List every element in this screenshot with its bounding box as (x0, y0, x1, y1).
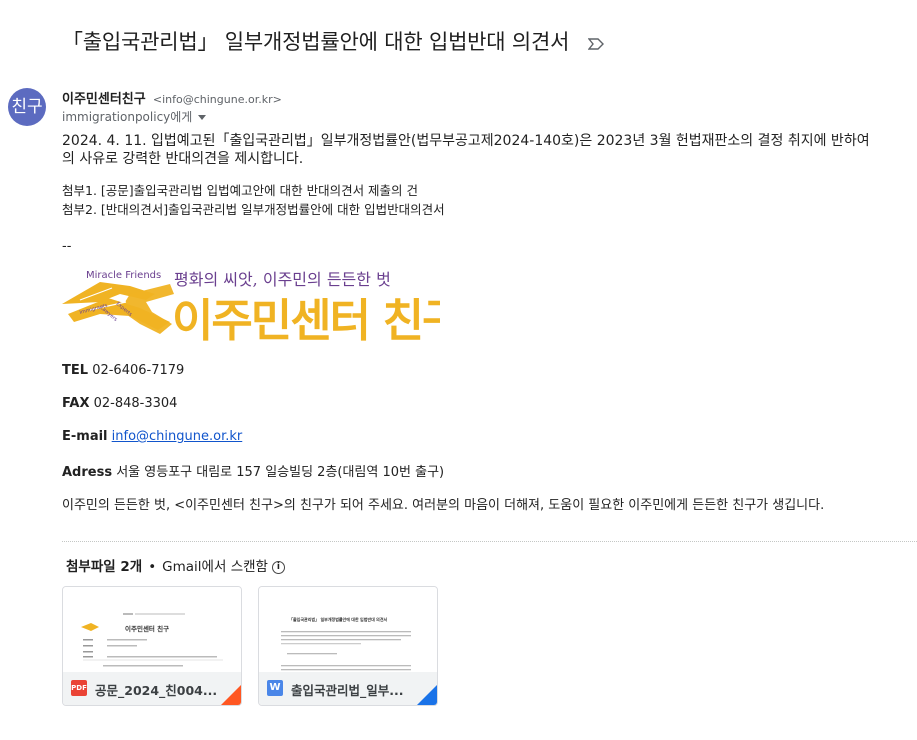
sender-line: 이주민센터친구 <info@chingune.or.kr> (62, 88, 282, 107)
address-label: Adress (62, 465, 113, 480)
attachment-preview-2: 「출입국관리법」 일부개정법률안에 대한 입법반대 의견서 (259, 587, 437, 672)
attachments-header: 첨부파일 2개 • Gmail에서 스캔함 i (66, 555, 285, 575)
signature-separator: -- (62, 239, 72, 254)
contact-email: E-mail info@chingune.or.kr (62, 429, 242, 444)
attachment-line-2: 첨부2. [반대의견서]출입국관리법 일부개정법률안에 대한 입법반대의견서 (62, 202, 445, 217)
recipient-line[interactable]: immigrationpolicy에게 (62, 108, 207, 125)
tel-label: TEL (62, 363, 89, 378)
important-marker-icon[interactable] (587, 31, 604, 55)
attachment-name-2: 출입국관리법_일부... (291, 683, 404, 698)
show-details-caret-icon[interactable] (198, 115, 207, 120)
attachments-divider (62, 541, 917, 542)
address-value: 서울 영등포구 대림로 157 일승빌딩 2층(대림역 10번 출구) (116, 465, 445, 480)
fax-label: FAX (62, 396, 90, 411)
closing-message: 이주민의 든든한 벗, <이주민센터 친구>의 친구가 되어 주세요. 여러분의… (62, 498, 825, 513)
body-line-2: 의 사유로 강력한 반대의견을 제시합니다. (62, 151, 304, 167)
contact-fax: FAX 02-848-3304 (62, 396, 177, 411)
body-line-1: 2024. 4. 11. 입법예고된「출입국관리법」일부개정법률안(법무부공고제… (62, 133, 870, 149)
attachments-count: 첨부파일 2개 (66, 559, 143, 575)
org-logo: Immigrants Lawyers Experts Miracle Frien… (60, 264, 464, 347)
attachment-list-text: 첨부1. [공문]출입국관리법 입법예고안에 대한 반대의견서 제출의 건 첨부… (62, 181, 445, 219)
info-icon[interactable]: i (271, 560, 285, 574)
email-label: E-mail (62, 429, 108, 444)
word-file-icon: W (267, 680, 283, 696)
attachment-name-1: 공문_2024_친004... (95, 683, 218, 698)
attachment-preview-1: 이주민센터 친구 (63, 587, 241, 672)
attachment-card-1[interactable]: 이주민센터 친구 PDF 공문_2024_친004... (62, 586, 242, 706)
recipient-text: immigrationpolicy에게 (62, 110, 193, 124)
logo-org-name: 이주민센터 친구 (172, 294, 440, 346)
attachment-footer-1: PDF 공문_2024_친004... (63, 672, 241, 705)
attachment-line-1: 첨부1. [공문]출입국관리법 입법예고안에 대한 반대의견서 제출의 건 (62, 183, 419, 198)
email-link[interactable]: info@chingune.or.kr (112, 429, 243, 444)
preview-1-title: 이주민센터 친구 (125, 624, 169, 633)
tel-value: 02-6406-7179 (92, 363, 185, 378)
email-body: 2024. 4. 11. 입법예고된「출입국관리법」일부개정법률안(법무부공고제… (62, 132, 917, 168)
email-subject: 「출입국관리법」 일부개정법률안에 대한 입법반대 의견서 (62, 26, 604, 56)
sender-name[interactable]: 이주민센터친구 (62, 92, 146, 107)
preview-2-title: 「출입국관리법」 일부개정법률안에 대한 입법반대 의견서 (289, 616, 388, 622)
contact-address: Adress 서울 영등포구 대림로 157 일승빌딩 2층(대림역 10번 출… (62, 461, 444, 480)
logo-slogan: 평화의 씨앗, 이주민의 든든한 벗 (174, 270, 391, 289)
attachment-card-2[interactable]: 「출입국관리법」 일부개정법률안에 대한 입법반대 의견서 W 출입국관리법_일… (258, 586, 438, 706)
subject-text: 「출입국관리법」 일부개정법률안에 대한 입법반대 의견서 (62, 30, 570, 54)
fax-value: 02-848-3304 (93, 396, 178, 411)
sender-email: <info@chingune.or.kr> (152, 93, 282, 106)
sender-avatar[interactable]: 친구 (8, 88, 46, 126)
attachment-footer-2: W 출입국관리법_일부... (259, 672, 437, 705)
contact-tel: TEL 02-6406-7179 (62, 363, 184, 378)
scan-status: Gmail에서 스캔함 (162, 559, 268, 575)
logo-tagline: Miracle Friends (86, 270, 161, 281)
file-type-corner-icon (417, 685, 437, 705)
header-dot: • (148, 559, 157, 575)
pdf-file-icon: PDF (71, 680, 87, 696)
file-type-corner-icon (221, 685, 241, 705)
